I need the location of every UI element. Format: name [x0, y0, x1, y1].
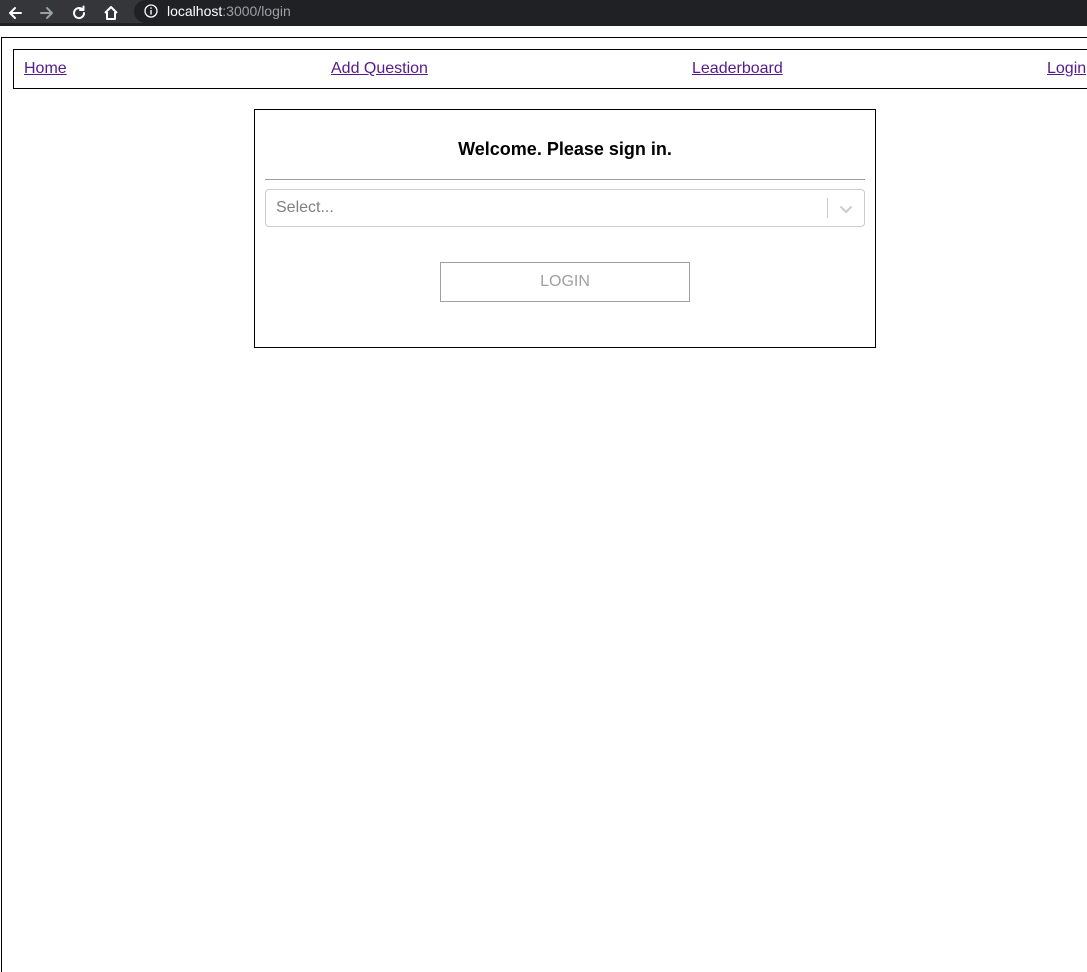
nav-link-leaderboard[interactable]: Leaderboard [692, 60, 783, 78]
top-nav: Home Add Question Leaderboard Login [13, 49, 1087, 89]
login-card: Welcome. Please sign in. Select... LOGIN [254, 109, 876, 348]
nav-link-login[interactable]: Login [1047, 60, 1086, 78]
forward-button[interactable] [37, 3, 57, 23]
arrow-right-icon [40, 7, 53, 19]
info-icon[interactable] [144, 4, 158, 18]
reload-icon [73, 5, 86, 20]
login-title: Welcome. Please sign in. [458, 139, 672, 159]
select-separator [827, 198, 828, 218]
select-placeholder: Select... [276, 199, 334, 216]
nav-link-add-question[interactable]: Add Question [331, 60, 428, 78]
home-icon [104, 6, 118, 20]
page-viewport: Home Add Question Leaderboard Login Welc… [1, 37, 1087, 972]
chevron-down-icon[interactable] [838, 201, 854, 217]
user-select[interactable]: Select... [265, 189, 865, 227]
home-button[interactable] [101, 3, 121, 23]
url-text: localhost:3000/login [167, 4, 291, 19]
url-path: :3000/login [222, 3, 291, 19]
address-bar[interactable]: localhost:3000/login [134, 0, 1087, 23]
login-button[interactable]: LOGIN [440, 262, 690, 302]
reload-button[interactable] [69, 3, 89, 23]
title-divider [265, 179, 865, 180]
browser-toolbar: localhost:3000/login [0, 0, 1087, 26]
arrow-left-icon [9, 7, 22, 19]
back-button[interactable] [5, 3, 25, 23]
nav-link-home[interactable]: Home [24, 60, 67, 78]
url-host: localhost [167, 3, 223, 19]
